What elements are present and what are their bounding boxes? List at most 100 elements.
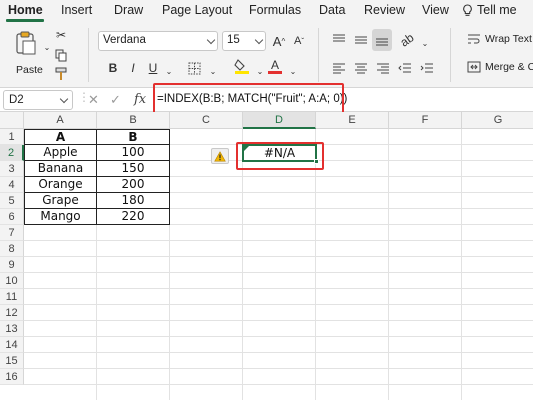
font-color-button[interactable]: A — [266, 57, 284, 75]
font-size-value: 15 — [227, 34, 240, 46]
font-color-icon: A — [270, 57, 279, 72]
row-header[interactable]: 13 — [0, 321, 24, 337]
row-header[interactable]: 7 — [0, 225, 24, 241]
row-header[interactable]: 16 — [0, 369, 24, 385]
row-header[interactable]: 4 — [0, 177, 24, 193]
align-top-icon[interactable] — [330, 31, 348, 49]
align-bottom-icon[interactable] — [372, 29, 392, 51]
merge-center-button[interactable]: Merge & Ce — [467, 61, 533, 73]
cell-a4[interactable]: Orange — [24, 177, 97, 193]
borders-icon[interactable] — [185, 59, 203, 77]
ribbon-separator — [450, 28, 451, 82]
error-indicator-triangle — [244, 146, 249, 151]
format-painter-icon[interactable] — [52, 65, 70, 83]
lightbulb-icon — [463, 3, 472, 16]
wrap-text-button[interactable]: Wrap Text — [467, 33, 532, 45]
cell-b1[interactable]: B — [97, 129, 170, 145]
cell-a1[interactable]: A — [24, 129, 97, 145]
cut-icon[interactable]: ✂ — [52, 26, 70, 44]
increase-indent-icon[interactable] — [418, 59, 436, 77]
tab-insert[interactable]: Insert — [61, 3, 92, 17]
tab-home[interactable]: Home — [8, 3, 43, 17]
row-header[interactable]: 2 — [0, 145, 24, 161]
align-left-icon[interactable] — [330, 59, 348, 77]
cell-a5[interactable]: Grape — [24, 193, 97, 209]
tab-review[interactable]: Review — [364, 3, 405, 17]
orientation-chevron-icon[interactable]: ⌄ — [416, 34, 434, 52]
column-header-g[interactable]: G — [462, 112, 533, 129]
italic-button[interactable]: I — [124, 59, 142, 77]
cell-a2[interactable]: Apple — [24, 145, 97, 161]
align-right-icon[interactable] — [374, 59, 392, 77]
tab-formulas[interactable]: Formulas — [249, 3, 301, 17]
cell-b4[interactable]: 200 — [97, 177, 170, 193]
column-header-d[interactable]: D — [243, 112, 316, 129]
cell-b6[interactable]: 220 — [97, 209, 170, 225]
cell-b5[interactable]: 180 — [97, 193, 170, 209]
column-header-f[interactable]: F — [389, 112, 462, 129]
row-header[interactable]: 3 — [0, 161, 24, 177]
chevron-down-icon — [254, 35, 264, 45]
insert-function-icon[interactable]: fx — [134, 92, 146, 107]
fill-handle[interactable] — [314, 159, 319, 164]
wrap-text-icon — [468, 34, 480, 44]
selected-cell-d2[interactable]: #N/A — [242, 144, 317, 162]
font-color-chevron-icon[interactable]: ⌄ — [284, 62, 302, 80]
row-header[interactable]: 12 — [0, 305, 24, 321]
row-header[interactable]: 5 — [0, 193, 24, 209]
formula-input[interactable]: =INDEX(B:B; MATCH("Fruit"; A:A; 0)) — [157, 93, 347, 105]
ribbon-home: Paste ⌄ ✂ Verdana 15 A ^ Aˇ B I U ⌄ ⌄ ⌄ A… — [0, 22, 533, 88]
row-header[interactable]: 1 — [0, 129, 24, 145]
row-header[interactable]: 10 — [0, 273, 24, 289]
fill-color-icon[interactable] — [233, 57, 251, 75]
merge-center-label: Merge & Ce — [485, 61, 533, 73]
enter-icon[interactable]: ✓ — [110, 92, 121, 108]
column-header-c[interactable]: C — [170, 112, 243, 129]
decrease-indent-icon[interactable] — [396, 59, 414, 77]
cell-b2[interactable]: 100 — [97, 145, 170, 161]
name-box-value: D2 — [9, 94, 24, 106]
decrease-font-size-icon: A — [293, 35, 302, 47]
cell-b3[interactable]: 150 — [97, 161, 170, 177]
row-header[interactable]: 15 — [0, 353, 24, 369]
font-size-dropdown[interactable]: 15 — [222, 31, 266, 51]
cancel-icon[interactable]: ✕ — [88, 92, 99, 108]
row-header[interactable]: 9 — [0, 257, 24, 273]
ribbon-tabs: Home Insert Draw Page Layout Formulas Da… — [0, 0, 533, 22]
warning-icon — [214, 150, 226, 161]
decrease-font-size-button[interactable]: Aˇ — [290, 32, 308, 50]
tell-me-search[interactable]: Tell me — [462, 3, 517, 17]
row-header[interactable]: 11 — [0, 289, 24, 305]
worksheet-grid[interactable]: A B C D E F G 1 2 3 4 5 6 7 8 9 10 11 12… — [0, 112, 533, 400]
column-header-e[interactable]: E — [316, 112, 389, 129]
font-name-dropdown[interactable]: Verdana — [98, 31, 218, 51]
font-color-swatch — [268, 70, 282, 74]
borders-chevron-icon[interactable]: ⌄ — [204, 62, 222, 80]
chevron-down-icon — [206, 35, 216, 45]
tell-me-label: Tell me — [477, 3, 517, 17]
error-warning-button[interactable] — [211, 148, 229, 164]
bold-button[interactable]: B — [104, 59, 122, 77]
row-header[interactable]: 6 — [0, 209, 24, 225]
column-header-b[interactable]: B — [97, 112, 170, 129]
align-middle-icon[interactable] — [352, 31, 370, 49]
tab-draw[interactable]: Draw — [114, 3, 143, 17]
name-box[interactable]: D2 — [3, 90, 73, 110]
underline-options-chevron-icon[interactable]: ⌄ — [160, 62, 178, 80]
column-header-a[interactable]: A — [24, 112, 97, 129]
tab-page-layout[interactable]: Page Layout — [162, 3, 232, 17]
copy-icon[interactable] — [52, 46, 70, 64]
row-header[interactable]: 14 — [0, 337, 24, 353]
increase-font-size-button[interactable]: A ^ — [270, 32, 288, 50]
tab-data[interactable]: Data — [319, 3, 345, 17]
cell-a6[interactable]: Mango — [24, 209, 97, 225]
align-center-icon[interactable] — [352, 59, 370, 77]
chevron-down-icon — [59, 94, 69, 104]
tab-view[interactable]: View — [422, 3, 449, 17]
clipboard-icon — [16, 31, 36, 55]
row-header[interactable]: 8 — [0, 241, 24, 257]
formula-bar: D2 ⋮ ✕ ✓ fx =INDEX(B:B; MATCH("Fruit"; A… — [0, 88, 533, 112]
select-all-corner[interactable] — [0, 112, 24, 129]
cell-a3[interactable]: Banana — [24, 161, 97, 177]
increase-font-size-icon: A — [272, 33, 282, 49]
